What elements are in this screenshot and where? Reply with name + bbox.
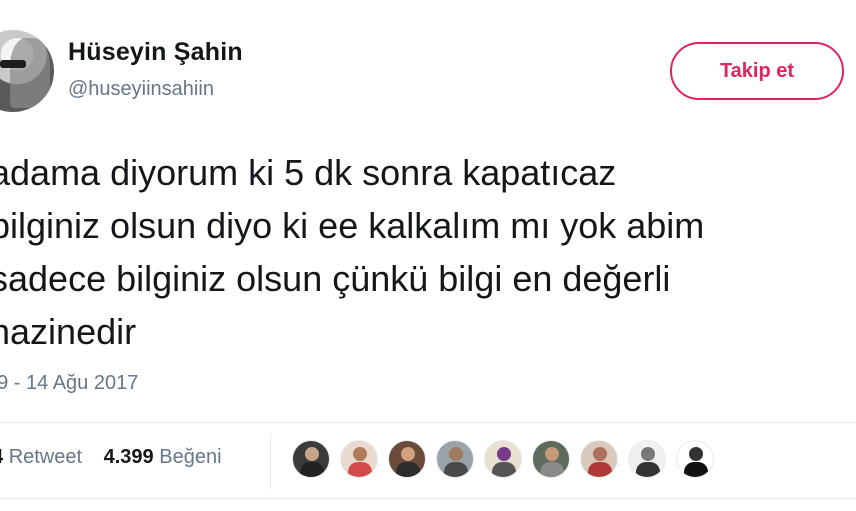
liker-avatar-9[interactable] [676,440,714,478]
avatar-torso [588,462,612,477]
retweet-stat[interactable]: 4 Retweet [0,446,82,469]
liker-avatar-2[interactable] [340,440,378,478]
follow-button[interactable]: Takip et [670,42,844,100]
avatar-torso [444,462,468,477]
tweet-line: sadece bilginiz olsun çünkü bilgi en değ… [0,258,671,299]
avatar-head [353,447,367,461]
retweet-label: Retweet [8,446,83,468]
avatar-head [641,447,655,461]
avatar-head [305,447,319,461]
liker-avatar-4[interactable] [436,440,474,478]
liker-avatar-6[interactable] [532,440,570,478]
tweet-stats: 4 Retweet 4.399 Beğeni [0,446,238,469]
like-label: Beğeni [159,446,222,468]
like-count: 4.399 [103,446,154,468]
divider [0,422,856,423]
retweet-count: 4 [0,446,3,468]
avatar-torso [300,462,324,477]
avatar-head [545,447,559,461]
avatar-torso [396,462,420,477]
avatar-torso [540,462,564,477]
liker-avatars [292,440,724,478]
tweet-line: bilginiz olsun diyo ki ee kalkalım mı yo… [0,205,705,246]
avatar-sunglasses [0,60,26,68]
like-stat[interactable]: 4.399 Beğeni [104,446,222,469]
liker-avatar-7[interactable] [580,440,618,478]
liker-avatar-5[interactable] [484,440,522,478]
liker-avatar-3[interactable] [388,440,426,478]
avatar-head [449,447,463,461]
tweet-timestamp[interactable]: 29 - 14 Ağu 2017 [0,372,138,395]
tweet-line: adama diyorum ki 5 dk sonra kapatıcaz [0,152,617,193]
divider [0,498,856,499]
tweet-line: hazinedir [0,311,137,352]
avatar-hair [10,38,50,108]
tweet-text: adama diyorum ki 5 dk sonra kapatıcaz bi… [0,146,856,358]
liker-avatar-1[interactable] [292,440,330,478]
avatar-torso [492,462,516,477]
avatar-torso [636,462,660,477]
liker-avatar-8[interactable] [628,440,666,478]
user-handle[interactable]: @huseyiinsahiin [68,78,214,101]
avatar-torso [684,462,708,477]
stats-separator [270,433,271,489]
avatar-head [497,447,511,461]
user-name[interactable]: Hüseyin Şahin [68,38,243,67]
avatar-head [401,447,415,461]
avatar-head [593,447,607,461]
avatar-torso [348,462,372,477]
profile-avatar[interactable] [0,30,54,112]
avatar-head [689,447,703,461]
